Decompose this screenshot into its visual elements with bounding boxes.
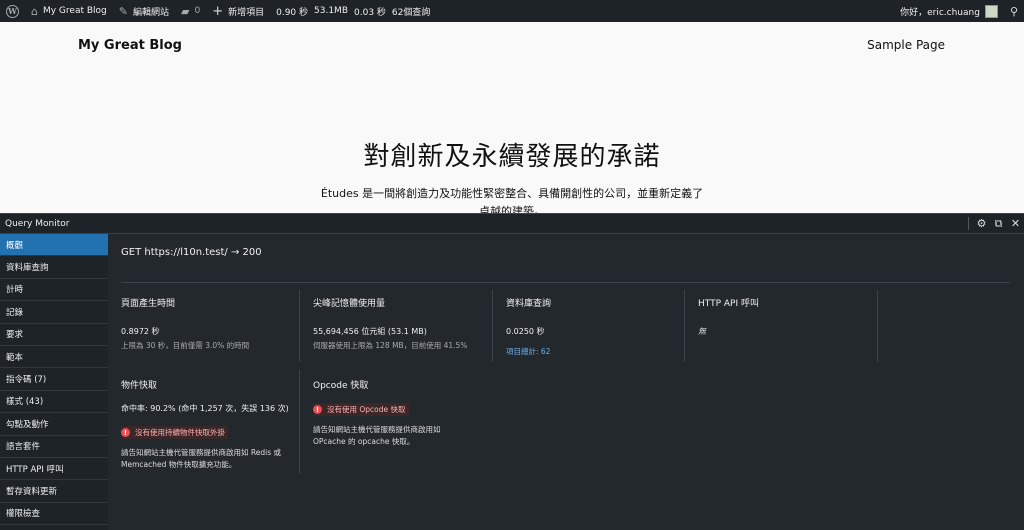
toolbar-divider [968, 217, 969, 230]
comments-menu[interactable]: ▰ 0 [175, 0, 206, 22]
column-divider [684, 290, 685, 362]
toggle-position-icon[interactable]: ⧉ [990, 217, 1007, 231]
search-icon: ⚲ [1009, 4, 1018, 18]
site-title[interactable]: My Great Blog [78, 38, 182, 53]
object-cache-heading: 物件快取 [121, 381, 158, 391]
wordpress-logo-icon: W [6, 4, 19, 18]
qm-nav-scripts[interactable]: 指令碼 (7) [0, 368, 108, 391]
wordpress-menu[interactable]: W [0, 0, 25, 22]
greeting: 你好，eric.chuang [900, 7, 980, 18]
qm-nav-http-api[interactable]: HTTP API 呼叫 [0, 458, 108, 481]
column-divider [877, 290, 878, 362]
object-cache-desc: 請告知網站主機代管服務提供商啟用如 Redis 或 Memcached 物件快取… [121, 448, 282, 469]
qm-nav-db-queries[interactable]: 資料庫查詢 [0, 256, 108, 279]
avatar [984, 4, 998, 18]
object-cache-warning-text: 沒有使用持續物件快取外掛 [135, 428, 225, 437]
qm-title: Query Monitor [5, 218, 70, 229]
page-generation-panel: 頁面產生時間 0.8972 秒 上限為 30 秒，目前僅需 3.0% 的時間 [121, 296, 296, 351]
qm-nav-languages[interactable]: 語言套件 [0, 436, 108, 458]
qm-nav-logs[interactable]: 記錄 [0, 301, 108, 324]
db-total-link[interactable]: 項目總計: 62 [506, 346, 676, 357]
qm-nav-overview[interactable]: 概觀 [0, 234, 115, 257]
db-heading: 資料庫查詢 [506, 299, 552, 309]
column-divider [299, 290, 300, 362]
column-divider [299, 370, 300, 474]
opcode-warning-text: 沒有使用 Opcode 快取 [327, 405, 406, 414]
warning-icon: ! [313, 405, 322, 414]
memory-panel: 尖峰記憶體使用量 55,694,456 位元組 (53.1 MB) 伺服器使用上… [313, 296, 493, 351]
qm-memory: 53.1MB [314, 6, 348, 16]
site-content: My Great Blog Sample Page 對創新及永續發展的承諾 Ét… [0, 22, 1024, 218]
qm-query-count: 62個查詢 [391, 7, 431, 18]
object-cache-value: 命中率: 90.2% (命中 1,257 次，失誤 136 次) [121, 404, 289, 413]
page-time-sub: 上限為 30 秒，目前僅需 3.0% 的時間 [121, 341, 250, 350]
qm-title-bar: Query Monitor ⚙ ⧉ ✕ [0, 213, 1024, 234]
db-queries-panel: 資料庫查詢 0.0250 秒 項目總計: 62 [506, 296, 676, 357]
hero-title: 對創新及永續發展的承諾 [363, 142, 661, 172]
nav-sample-page[interactable]: Sample Page [867, 38, 945, 52]
close-icon[interactable]: ✕ [1007, 217, 1024, 230]
search-menu[interactable]: ⚲ [1004, 0, 1024, 22]
qm-time: 0.90 秒 [276, 7, 309, 18]
qm-overview-content: GET https://l10n.test/ → 200 頁面產生時間 0.89… [108, 234, 1024, 530]
query-monitor-stats-menu[interactable]: 0.90 秒 53.1MB 0.03 秒 62個查詢 [270, 0, 442, 22]
brush-icon: ✎ [118, 4, 128, 18]
site-name-label: My Great Blog [42, 6, 107, 16]
qm-sidebar: 概觀 資料庫查詢 計時 記錄 要求 範本 指令碼 (7) 樣式 (43) 勾點及… [0, 234, 115, 530]
opcode-warning: ! 沒有使用 Opcode 快取 [313, 403, 409, 416]
column-divider [492, 290, 493, 362]
new-content-menu[interactable]: + 新增項目 [206, 0, 270, 22]
page-time-value: 0.8972 秒 [121, 327, 160, 336]
db-time-value: 0.0250 秒 [506, 327, 545, 336]
opcode-heading: Opcode 快取 [313, 381, 369, 391]
settings-gear-icon[interactable]: ⚙ [973, 217, 990, 230]
comments-count: 0 [194, 6, 201, 16]
object-cache-panel: 物件快取 命中率: 90.2% (命中 1,257 次，失誤 136 次) ! … [121, 378, 299, 471]
qm-nav-request[interactable]: 要求 [0, 324, 108, 346]
qm-nav-styles[interactable]: 樣式 (43) [0, 391, 108, 414]
memory-heading: 尖峰記憶體使用量 [313, 299, 386, 309]
plus-icon: + [212, 3, 224, 19]
request-line: GET https://l10n.test/ → 200 [121, 247, 262, 258]
memory-value: 55,694,456 位元組 (53.1 MB) [313, 327, 427, 336]
http-heading: HTTP API 呼叫 [698, 299, 759, 309]
qm-nav-hooks[interactable]: 勾點及動作 [0, 413, 108, 436]
qm-nav-caps[interactable]: 權限檢查 [0, 503, 108, 526]
page-time-heading: 頁面產生時間 [121, 299, 176, 309]
my-account-menu[interactable]: 你好，eric.chuang [894, 0, 1004, 22]
site-name-menu[interactable]: ⌂ My Great Blog [25, 0, 113, 22]
admin-bar: W ⌂ My Great Blog ✎ 編輯網站 ▰ 0 + 新增項目 0.90… [0, 0, 1024, 22]
http-value: 無 [698, 327, 706, 336]
home-icon: ⌂ [31, 4, 38, 18]
qm-db-time: 0.03 秒 [354, 7, 386, 18]
query-monitor-panel: Query Monitor ⚙ ⧉ ✕ 概觀 資料庫查詢 計時 記錄 要求 範本… [0, 213, 1024, 530]
opcode-desc: 請告知網站主機代管服務提供商啟用如 OPcache 的 opcache 快取。 [313, 425, 441, 446]
qm-nav-timings[interactable]: 計時 [0, 279, 108, 302]
divider [121, 282, 1010, 283]
memory-sub: 伺服器使用上限為 128 MB，目前使用 41.5% [313, 341, 468, 350]
http-api-panel: HTTP API 呼叫 無 [698, 296, 868, 337]
new-item-label: 新增項目 [228, 7, 265, 18]
qm-nav-transients[interactable]: 暫存資料更新 [0, 480, 108, 503]
customize-label: 編輯網站 [132, 7, 169, 18]
opcode-cache-panel: Opcode 快取 ! 沒有使用 Opcode 快取 請告知網站主機代管服務提供… [313, 378, 491, 448]
comment-bubble-icon: ▰ [180, 4, 190, 18]
customize-menu[interactable]: ✎ 編輯網站 [113, 0, 175, 22]
warning-icon: ! [121, 428, 130, 437]
object-cache-warning: ! 沒有使用持續物件快取外掛 [121, 426, 228, 439]
qm-nav-template[interactable]: 範本 [0, 346, 108, 369]
